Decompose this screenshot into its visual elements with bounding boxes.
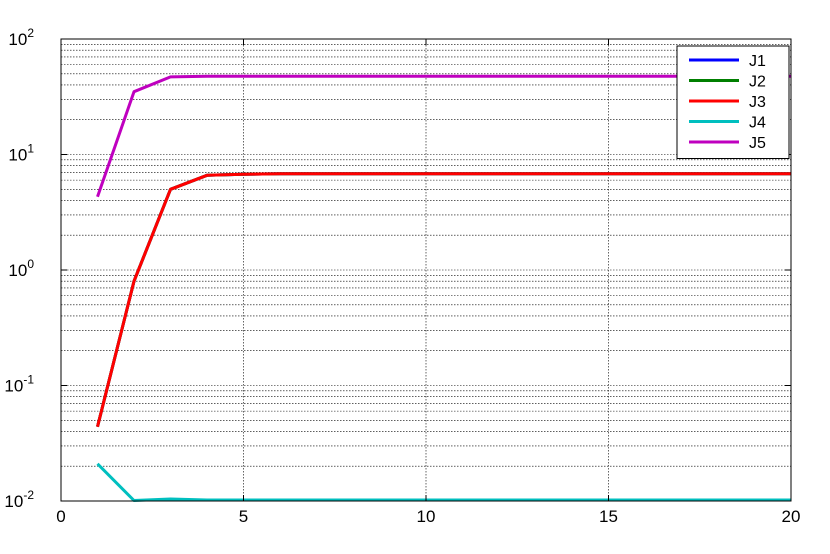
x-tick-label: 10 <box>417 507 436 526</box>
y-tick-label: 102 <box>8 26 34 49</box>
legend-label-j2: J2 <box>749 74 766 91</box>
legend: J1 J2 J3 J4 J5 <box>676 45 790 159</box>
y-tick-label: 101 <box>8 142 34 165</box>
legend-label-j5: J5 <box>749 135 766 152</box>
legend-label-j1: J1 <box>749 53 766 70</box>
x-tick-label: 0 <box>56 507 65 526</box>
chart: 0 5 10 15 20 10-2 10-1 100 101 102 J1 J2 J3 J4 J5 <box>4 26 801 526</box>
x-tick-label: 15 <box>599 507 618 526</box>
y-tick-label: 100 <box>8 257 34 280</box>
y-tick-label: 10-1 <box>4 373 34 396</box>
legend-label-j4: J4 <box>749 115 766 132</box>
legend-label-j3: J3 <box>749 94 766 111</box>
x-tick-label: 20 <box>782 507 801 526</box>
x-tick-label: 5 <box>239 507 248 526</box>
y-tick-label: 10-2 <box>4 488 34 511</box>
